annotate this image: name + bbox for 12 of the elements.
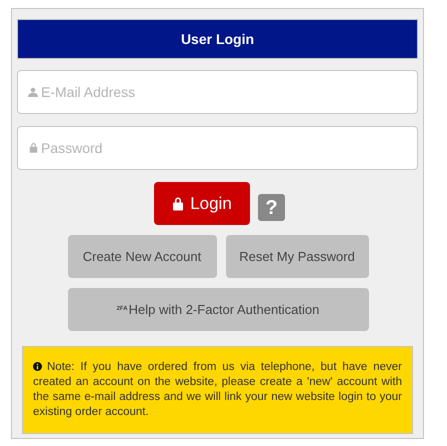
action-button[interactable]: Create New Account <box>68 235 216 278</box>
note-text: Note: If you have ordered from us via telephone, but have never created an account on the website, please create a 'new' account with the same e-mail address and we will link your new website login to your existing order account. <box>33 360 402 420</box>
info-icon <box>33 362 42 371</box>
email-field[interactable]: E-Mail Address <box>17 70 418 114</box>
lock-icon <box>29 142 38 153</box>
password-field[interactable]: Password <box>17 126 418 170</box>
user-icon <box>28 87 38 97</box>
login-button[interactable]: Login <box>154 182 250 225</box>
action-button[interactable]: Reset My Password <box>226 235 368 278</box>
lock-icon <box>172 196 184 211</box>
header-title: User Login <box>180 30 254 49</box>
help-button[interactable]: ? <box>258 194 285 221</box>
